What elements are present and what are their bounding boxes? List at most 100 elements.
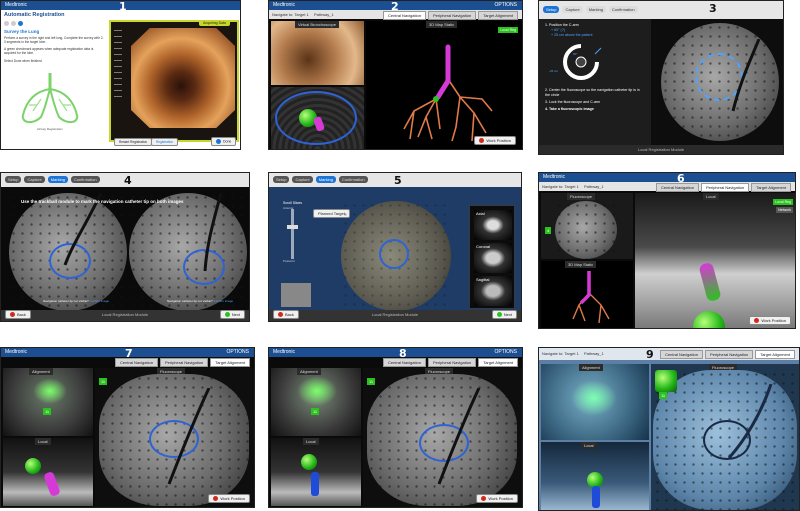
figure-grid: Medtronic 1 Automatic Registration Surve…: [0, 0, 800, 511]
work-position-button[interactable]: Work Position: [476, 493, 518, 503]
alignment-label[interactable]: Alignment: [297, 368, 321, 375]
tab-target-alignment[interactable]: Target Alignment: [751, 183, 791, 192]
navigate-target-select[interactable]: Navigate to: Target 1: [542, 184, 579, 189]
panel-number: 7: [125, 347, 133, 360]
local-label[interactable]: Local: [303, 438, 319, 445]
tab-central-navigation[interactable]: Central Navigation: [660, 350, 703, 359]
brand-logo: Medtronic: [543, 174, 565, 180]
local-label[interactable]: Local: [35, 438, 51, 445]
tab-peripheral-navigation[interactable]: Peripheral Navigation: [700, 183, 750, 192]
pathway-select[interactable]: Pathway_1: [584, 351, 604, 356]
registration-button[interactable]: Registration: [151, 138, 179, 146]
step-marking[interactable]: Marking: [47, 176, 68, 183]
options-menu[interactable]: OPTIONS: [494, 348, 517, 357]
options-menu[interactable]: OPTIONS: [226, 348, 249, 357]
local-view: Local Local Reg Network: [635, 193, 795, 328]
step-setup[interactable]: Setup: [543, 6, 560, 13]
fluoro-distance-badge: 11: [367, 378, 376, 385]
map-label[interactable]: 3D Map Static: [565, 261, 597, 268]
fluoro-label[interactable]: Fluoroscope: [567, 193, 596, 200]
wizard-steps: Setup Capture Marking Confirmation: [273, 176, 368, 183]
fluoro-image: [555, 201, 617, 259]
panel-8-target-alignment: Medtronic OPTIONS 8 Central Navigation Pe…: [268, 347, 523, 508]
next-button[interactable]: Next: [491, 309, 517, 319]
back-label: Back: [285, 311, 294, 317]
panel-number: 6: [677, 172, 685, 185]
slider-thumb[interactable]: [287, 225, 298, 229]
tab-target-alignment[interactable]: Target Alignment: [478, 358, 518, 367]
step-marking[interactable]: Marking: [315, 176, 336, 183]
navigation-tabs: Central Navigation Peripheral Navigation…: [115, 358, 250, 367]
catheter-tip: [592, 486, 600, 508]
step-confirmation[interactable]: Confirmation: [70, 176, 100, 183]
alignment-label[interactable]: Alignment: [579, 364, 603, 371]
work-position-label: Work Position: [220, 495, 245, 501]
alignment-view: Alignment 11: [271, 368, 361, 436]
local-label[interactable]: Local: [581, 442, 597, 449]
panel-number: 5: [394, 174, 402, 187]
tab-peripheral-navigation[interactable]: Peripheral Navigation: [159, 358, 209, 367]
panel-6-peripheral-navigation: Medtronic 6 Navigate to: Target 1 Pathwa…: [538, 172, 796, 329]
view-label[interactable]: Virtual Bronchoscope: [295, 21, 339, 28]
slice-slider[interactable]: [291, 209, 294, 259]
navigate-target-select[interactable]: Navigate to: Target 1: [542, 351, 579, 356]
local-reg-badge[interactable]: Local Reg: [773, 199, 793, 205]
back-button[interactable]: Back: [273, 309, 299, 319]
axial-thumb: Axial: [474, 210, 512, 240]
tab-target-alignment[interactable]: Target Alignment: [755, 350, 795, 359]
work-position-button[interactable]: Work Position: [749, 315, 791, 325]
tab-target-alignment[interactable]: Target Alignment: [210, 358, 250, 367]
step-confirmation[interactable]: Confirmation: [338, 176, 368, 183]
brand-logo: Medtronic: [273, 2, 295, 8]
view-label[interactable]: 3D Map Static: [426, 21, 458, 28]
thumbnail-image: [281, 283, 311, 307]
network-badge[interactable]: Network: [776, 207, 793, 213]
section-heading: Survey the Lung: [4, 29, 40, 34]
pathway-select[interactable]: Pathway_1: [584, 184, 604, 189]
step-setup[interactable]: Setup: [273, 176, 290, 183]
step-confirmation[interactable]: Confirmation: [608, 6, 638, 13]
confirm-image-link-right[interactable]: Confirm image: [214, 299, 234, 303]
restart-registration-button[interactable]: Restart Registration: [114, 138, 153, 146]
back-button[interactable]: Back: [5, 309, 31, 319]
work-position-button[interactable]: Work Position: [208, 493, 250, 503]
lung-diagram: [21, 73, 79, 123]
step-capture[interactable]: Capture: [292, 176, 313, 183]
bronchoscope-video-frame: [109, 20, 239, 142]
tab-central-navigation[interactable]: Central Navigation: [383, 11, 426, 20]
panel-2-central-navigation: Medtronic OPTIONS 2 Navigate to: Target 1…: [268, 0, 523, 150]
scroll-slices-label: Scroll Slices: [283, 201, 303, 205]
alignment-view: Alignment 11: [3, 368, 93, 436]
panel-5-confirmation: Setup Capture Marking Confirmation 5 Scr…: [268, 172, 522, 322]
confirm-image-link-left[interactable]: Confirm image: [90, 299, 110, 303]
alignment-label[interactable]: Alignment: [29, 368, 53, 375]
step-capture[interactable]: Capture: [562, 6, 583, 13]
panel-number: 3: [709, 2, 717, 15]
record-icon: [481, 496, 487, 501]
brand-bar: Medtronic: [539, 173, 795, 182]
instruction-banner: Use the trackball module to mark the nav…: [21, 199, 184, 204]
local-reg-badge[interactable]: Local Reg: [498, 27, 518, 33]
step-setup[interactable]: Setup: [5, 176, 22, 183]
local-view: Local: [541, 442, 649, 510]
work-position-button[interactable]: Work Position: [474, 135, 516, 145]
instruction-3: 3. Lock the fluoroscope and C-arm: [545, 100, 601, 104]
next-button[interactable]: Next: [219, 309, 245, 319]
local-label[interactable]: Local: [703, 193, 719, 200]
tab-central-navigation[interactable]: Central Navigation: [115, 358, 158, 367]
target-circle: [379, 239, 409, 269]
done-button[interactable]: Done: [211, 137, 237, 146]
options-menu[interactable]: OPTIONS: [494, 1, 517, 10]
tab-target-alignment[interactable]: Target Alignment: [478, 11, 518, 20]
navigate-target-select[interactable]: Navigate to: Target 1: [272, 12, 309, 17]
tab-peripheral-navigation[interactable]: Peripheral Navigation: [427, 11, 477, 20]
step-marking[interactable]: Marking: [585, 6, 606, 13]
instruction-2: 2. Center the fluoroscope so the navigat…: [545, 88, 640, 97]
step-capture[interactable]: Capture: [24, 176, 45, 183]
wizard-steps: Setup Capture Marking Confirmation: [5, 176, 100, 183]
instructions-text: Perform a survey in the right and left l…: [4, 36, 104, 44]
angle-note-2: + 25 cm above the patient: [551, 33, 593, 37]
tab-peripheral-navigation[interactable]: Peripheral Navigation: [704, 350, 754, 359]
pathway-select[interactable]: Pathway_1: [314, 12, 334, 17]
tab-peripheral-navigation[interactable]: Peripheral Navigation: [427, 358, 477, 367]
